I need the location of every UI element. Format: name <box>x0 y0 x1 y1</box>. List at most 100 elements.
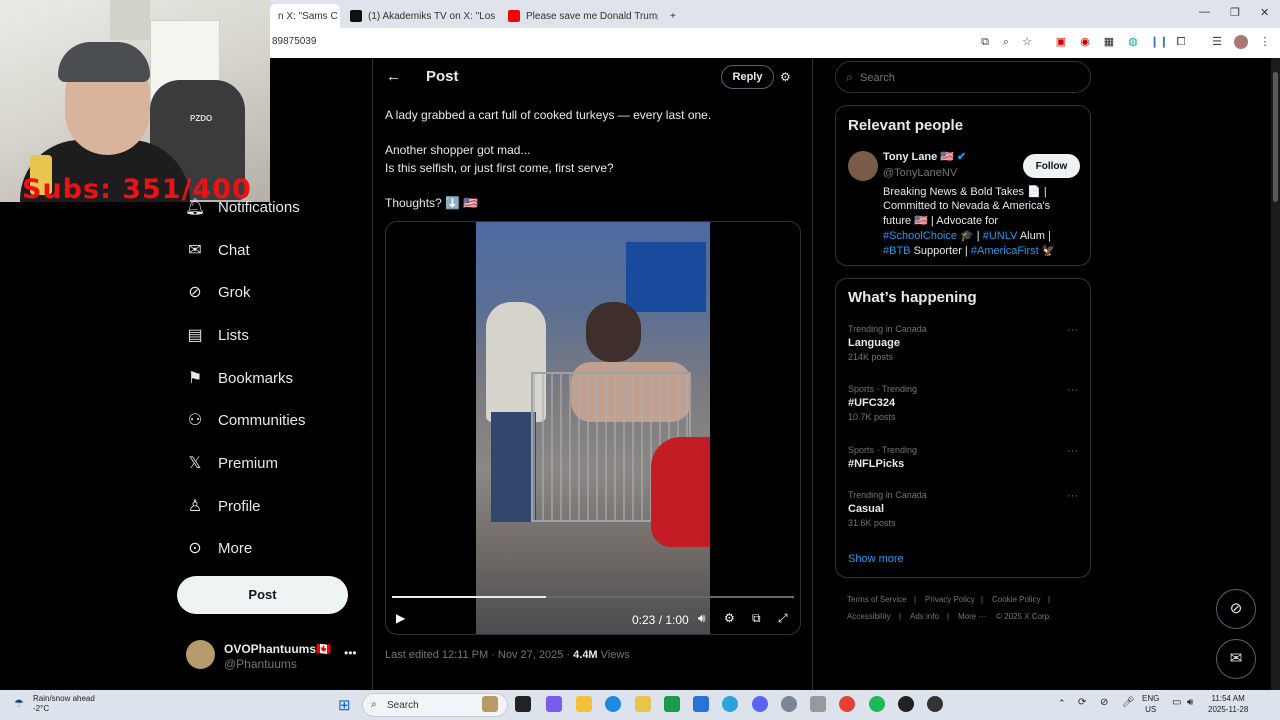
reply-button[interactable]: Reply <box>721 65 774 89</box>
more-dots-icon[interactable]: ··· <box>1067 490 1078 502</box>
close-window-icon[interactable]: ✕ <box>1260 6 1269 19</box>
footer-link[interactable]: More ··· <box>958 612 986 621</box>
video-player[interactable]: ▶ 0:23 / 1:00 🔊︎ ⚙ ⧉ ⤢ <box>385 221 801 635</box>
taskbar-app-icon[interactable] <box>664 696 680 712</box>
play-icon[interactable]: ▶ <box>396 611 405 625</box>
new-tab-button[interactable]: + <box>662 4 684 28</box>
more-dots-icon[interactable]: ••• <box>344 646 357 660</box>
trend-item[interactable]: Sports · Trending #UFC324 10.7K posts ··… <box>848 384 1080 422</box>
extension-icon[interactable]: ▣ <box>1054 35 1068 49</box>
nav-grok[interactable]: ⊘ Grok <box>186 277 250 307</box>
obs-icon[interactable] <box>927 696 943 712</box>
extension-icon[interactable]: ◍ <box>1126 35 1140 49</box>
nav-label: Chat <box>218 241 250 259</box>
pip-icon[interactable]: ⧉ <box>752 611 761 626</box>
search-input[interactable] <box>860 69 1080 87</box>
taskbar-app-icon[interactable] <box>722 696 738 712</box>
weather-widget[interactable]: Rain/snow ahead -2°C <box>33 694 95 714</box>
volume-icon[interactable]: 🔊︎ <box>1187 697 1193 708</box>
footer-link[interactable]: Cookie Policy <box>992 595 1040 604</box>
minimize-icon[interactable]: — <box>1199 6 1210 18</box>
more-dots-icon[interactable]: ··· <box>1067 445 1078 457</box>
follow-button[interactable]: Follow <box>1023 154 1080 178</box>
nav-chat[interactable]: ✉︎ Chat <box>186 235 250 265</box>
search-box[interactable]: ⌕ <box>835 61 1091 93</box>
browser-tab-sams[interactable]: n X: "Sams C ✕ <box>270 4 340 28</box>
video-progress-fill <box>392 596 546 598</box>
url-text[interactable]: 89875039 <box>272 36 317 47</box>
chevron-up-icon[interactable]: ⌃ <box>1058 698 1066 709</box>
post-button[interactable]: Post <box>177 576 348 614</box>
grok-fab[interactable]: ⊘ <box>1216 589 1256 629</box>
extension-icon[interactable]: ▦ <box>1102 35 1116 49</box>
profile-avatar[interactable] <box>1234 35 1248 49</box>
microphone-icon[interactable]: 🎤︎ <box>1122 697 1135 708</box>
settings-icon[interactable]: ⚙ <box>724 611 735 625</box>
scrollbar[interactable] <box>1271 58 1280 690</box>
footer-link[interactable]: Accessibility <box>847 612 891 621</box>
windows-start-icon[interactable]: ⊞ <box>338 696 351 714</box>
nav-bookmarks[interactable]: ⚑ Bookmarks <box>186 363 293 393</box>
nav-more[interactable]: ⊙ More <box>186 533 252 563</box>
taskbar-app-icon[interactable] <box>635 696 651 712</box>
taskbar-app-icon[interactable] <box>898 696 914 712</box>
more-dots-icon[interactable]: ··· <box>1067 324 1078 336</box>
hashtag-link[interactable]: #SchoolChoice <box>883 230 957 242</box>
person-name[interactable]: Tony Lane 🇺🇸 ✔ <box>883 150 966 163</box>
language-indicator[interactable]: ENG US <box>1142 693 1159 715</box>
footer-link[interactable]: Terms of Service <box>847 595 907 604</box>
scrollbar-thumb[interactable] <box>1273 72 1278 202</box>
tray-icon[interactable]: ⊘ <box>1100 697 1108 708</box>
show-more-link[interactable]: Show more <box>848 553 904 565</box>
menu-icon[interactable]: ⋮ <box>1258 35 1272 49</box>
browser-tab-akademiks[interactable]: (1) Akademiks TV on X: "Los Po ✕ <box>342 4 498 28</box>
edited-time[interactable]: Last edited 12:11 PM · Nov 27, 2025 · <box>385 649 573 661</box>
chrome-icon[interactable] <box>839 696 855 712</box>
taskbar-app-icon[interactable] <box>515 696 531 712</box>
taskbar-app-icon[interactable] <box>693 696 709 712</box>
trend-item[interactable]: Trending in Canada Language 214K posts ·… <box>848 324 1080 362</box>
install-icon[interactable]: ⧉ <box>978 35 992 49</box>
extension-icon[interactable]: ❙❙ <box>1150 35 1168 49</box>
extension-icon[interactable]: ◉ <box>1078 35 1092 49</box>
settings-icon[interactable] <box>781 696 797 712</box>
nav-premium[interactable]: 𝕏 Premium <box>186 448 278 478</box>
more-dots-icon[interactable]: ··· <box>1067 384 1078 396</box>
taskbar-app-icon[interactable] <box>810 696 826 712</box>
fullscreen-icon[interactable]: ⤢ <box>778 611 788 626</box>
account-name: OVOPhantuums🇨🇦 <box>224 642 331 656</box>
taskbar-app-icon[interactable] <box>546 696 562 712</box>
back-arrow-icon[interactable]: ← <box>386 68 401 85</box>
sidebar-icon[interactable]: ☰ <box>1210 35 1224 49</box>
volume-icon[interactable]: 🔊︎ <box>698 611 706 626</box>
star-icon[interactable]: ☆ <box>1020 35 1034 49</box>
spotify-icon[interactable] <box>869 696 885 712</box>
puzzle-icon[interactable]: ⧠ <box>1174 35 1188 49</box>
taskbar-clock[interactable]: 11:54 AM 2025-11-28 <box>1208 693 1248 715</box>
file-explorer-icon[interactable] <box>576 696 592 712</box>
trend-item[interactable]: Sports · Trending #NFLPicks ··· <box>848 445 1080 470</box>
avatar[interactable] <box>848 151 878 181</box>
footer-link[interactable]: Privacy Policy <box>925 595 975 604</box>
nav-lists[interactable]: ▤ Lists <box>186 320 248 350</box>
tab-label: (1) Akademiks TV on X: "Los Po <box>368 10 498 22</box>
nav-communities[interactable]: ⚇ Communities <box>186 405 306 435</box>
restore-icon[interactable]: ❐ <box>1230 6 1240 19</box>
footer-link[interactable]: Ads info <box>910 612 939 621</box>
messages-fab[interactable]: ✉︎ <box>1216 639 1256 679</box>
hashtag-link[interactable]: #BTB <box>883 245 911 257</box>
nav-profile[interactable]: ♙ Profile <box>186 491 261 521</box>
settings-sliders-icon[interactable]: ⚙ <box>780 70 791 84</box>
nav-notifications[interactable]: 🔔︎ Notifications <box>185 192 300 222</box>
browser-tab-youtube[interactable]: Please save me Donald Trump ✕ <box>500 4 658 28</box>
network-icon[interactable]: ▭ <box>1172 697 1181 708</box>
tray-icon[interactable]: ⟳ <box>1078 697 1086 708</box>
edge-icon[interactable] <box>605 696 621 712</box>
trend-item[interactable]: Trending in Canada Casual 31.6K posts ··… <box>848 490 1080 528</box>
bio-line: future 🇺🇸 | Advocate for <box>883 215 999 227</box>
zoom-icon[interactable]: ⌕ <box>999 35 1013 49</box>
hashtag-link[interactable]: #AmericaFirst <box>971 245 1039 257</box>
discord-icon[interactable] <box>752 696 768 712</box>
taskbar-app-icon[interactable] <box>482 696 498 712</box>
hashtag-link[interactable]: #UNLV <box>983 230 1018 242</box>
